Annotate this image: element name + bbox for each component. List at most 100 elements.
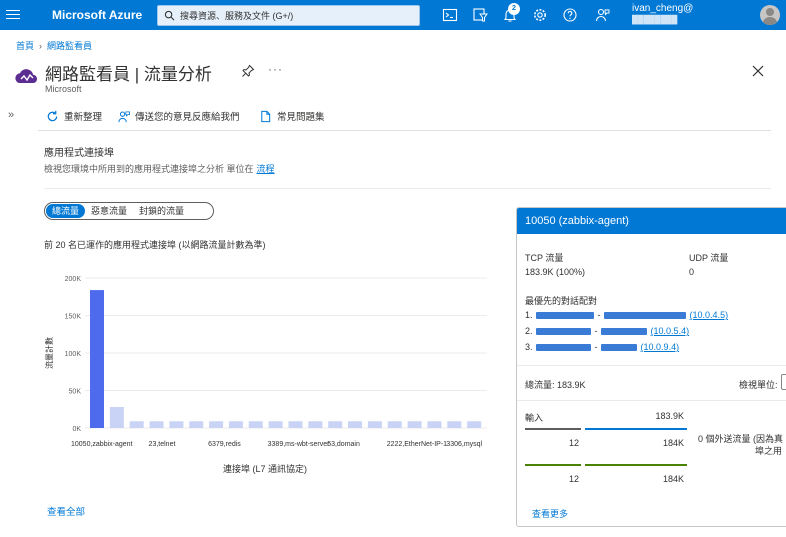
cloud-shell-icon[interactable]: [442, 7, 458, 23]
port-details-panel: 10050 (zabbix-agent) TCP 流量 183.9K (100%…: [516, 207, 786, 527]
bar: [149, 421, 164, 428]
refresh-label: 重新整理: [64, 112, 103, 123]
bar: [209, 421, 224, 428]
toggle-option[interactable]: 封鎖的流量: [133, 204, 190, 218]
bar: [228, 421, 243, 428]
panel-divider: [517, 400, 786, 401]
x-tick-label: 10050,zabbix-agent: [71, 441, 133, 448]
send-feedback-button[interactable]: 傳送您的意見反應給我們: [117, 107, 240, 125]
bar: [367, 421, 382, 428]
view-unit-dropdown[interactable]: [781, 374, 786, 390]
section-divider: [44, 188, 771, 189]
y-tick-label: 200K: [65, 276, 82, 283]
faq-button[interactable]: 常見問題集: [259, 107, 325, 125]
more-options-icon[interactable]: ···: [268, 62, 283, 76]
x-tick-label: 53,domain: [327, 441, 360, 448]
feedback-person-icon: [118, 110, 130, 122]
refresh-button[interactable]: 重新整理: [46, 107, 102, 125]
feedback-icon[interactable]: [594, 7, 610, 23]
close-icon[interactable]: [752, 65, 764, 77]
pair-ip-link[interactable]: (10.0.5.4): [651, 326, 690, 336]
pair-ip-link[interactable]: (10.0.9.4): [641, 342, 680, 352]
inbound-left-bar: [525, 428, 581, 430]
user-org: ████████: [632, 15, 678, 24]
view-all-link[interactable]: 查看全部: [47, 504, 85, 518]
breadcrumb-network-watcher[interactable]: 網路監看員: [47, 41, 92, 51]
bar: [467, 421, 482, 428]
row2-left-bar: [525, 464, 581, 466]
bar: [407, 421, 422, 428]
flows-link[interactable]: 流程: [257, 164, 275, 174]
expand-menu-icon[interactable]: »: [8, 109, 14, 121]
inbound-right-bar: [585, 428, 687, 430]
tcp-traffic-value: 183.9K (100%): [525, 267, 586, 277]
chevron-right-icon: ›: [39, 41, 43, 51]
bar: [90, 290, 104, 428]
row2-right-value: 184K: [662, 474, 684, 484]
panel-divider: [517, 365, 786, 366]
y-tick-label: 50K: [69, 389, 82, 396]
section-description-text: 檢視您環境中所用到的應用程式連接埠之分析 單位在: [44, 164, 254, 174]
brand-title[interactable]: Microsoft Azure: [52, 8, 142, 22]
bar: [427, 421, 442, 428]
y-axis-label: 流量計數: [44, 337, 54, 369]
redacted-host: [536, 312, 595, 320]
udp-traffic-label: UDP 流量: [689, 253, 729, 263]
pair-row[interactable]: 1. - (10.0.4.5): [525, 310, 728, 320]
row1-left-value: 12: [568, 438, 579, 448]
document-icon: [261, 110, 271, 122]
command-bar-divider: [38, 130, 771, 131]
x-tick-label: 3306,mysql: [446, 441, 482, 448]
notification-badge: 2: [508, 3, 520, 15]
avatar[interactable]: [760, 5, 780, 25]
pin-icon[interactable]: [241, 64, 255, 78]
inbound-label: 輸入: [525, 413, 544, 423]
redacted-host: [536, 344, 592, 352]
x-axis-label: 連接埠 (L7 通訊協定): [223, 463, 307, 474]
pair-number: 3.: [525, 342, 533, 352]
bar-chart-svg: 0K 50K 100K 150K 200K 10050,zabbix-agent 23,te…: [44, 276, 487, 474]
pair-row[interactable]: 2. - (10.0.5.4): [525, 326, 689, 336]
row1-right-value: 184K: [662, 438, 684, 448]
section-description: 檢視您環境中所用到的應用程式連接埠之分析 單位在 流程: [44, 162, 275, 175]
bar: [109, 407, 124, 428]
network-watcher-icon: [15, 69, 38, 83]
view-unit-label: 檢視單位:: [739, 380, 778, 390]
refresh-icon: [47, 110, 58, 121]
breadcrumb-home[interactable]: 首頁: [16, 41, 34, 51]
pair-row[interactable]: 3. - (10.0.9.4): [525, 342, 679, 352]
settings-gear-icon[interactable]: [532, 7, 548, 23]
bar: [387, 421, 402, 428]
search-input[interactable]: [180, 8, 415, 23]
toggle-option[interactable]: 惡意流量: [85, 204, 133, 218]
page-subtitle: Microsoft: [45, 84, 82, 94]
application-ports-chart: 0K 50K 100K 150K 200K 10050,zabbix-agent 23,te…: [40, 268, 490, 478]
outbound-note-cont: 埠之用: [755, 446, 783, 456]
user-name: ivan_cheng@: [632, 3, 694, 14]
user-account[interactable]: ivan_cheng@ ████████: [632, 3, 757, 25]
toggle-option[interactable]: 總流量: [46, 204, 86, 218]
x-tick-label: 3389,ms-wbt-server: [268, 441, 331, 448]
bar: [189, 421, 204, 428]
section-title: 應用程式連接埠: [44, 148, 114, 159]
redacted-host: [604, 312, 687, 320]
send-feedback-label: 傳送您的意見反應給我們: [135, 112, 240, 123]
pair-ip-link[interactable]: (10.0.4.5): [690, 310, 729, 320]
tcp-traffic-label: TCP 流量: [525, 253, 564, 263]
see-more-link[interactable]: 查看更多: [532, 507, 568, 520]
bar: [268, 421, 283, 428]
chart-caption: 前 20 名已運作的應用程式連接埠 (以網路流量計數為準): [44, 240, 266, 250]
directory-filter-icon[interactable]: [472, 7, 488, 23]
hamburger-menu-icon[interactable]: [6, 7, 20, 21]
total-traffic-label: 總流量: 183.9K: [525, 380, 586, 390]
bar: [328, 421, 343, 428]
x-tick-label: 6379,redis: [208, 441, 241, 448]
y-tick-label: 150K: [65, 314, 82, 321]
help-icon[interactable]: [562, 7, 578, 23]
x-tick-label: 23,telnet: [149, 441, 176, 448]
panel-title: 10050 (zabbix-agent): [517, 208, 786, 234]
udp-traffic-value: 0: [689, 267, 695, 277]
bar: [169, 421, 184, 428]
global-search[interactable]: [157, 5, 420, 26]
bar: [288, 421, 303, 428]
